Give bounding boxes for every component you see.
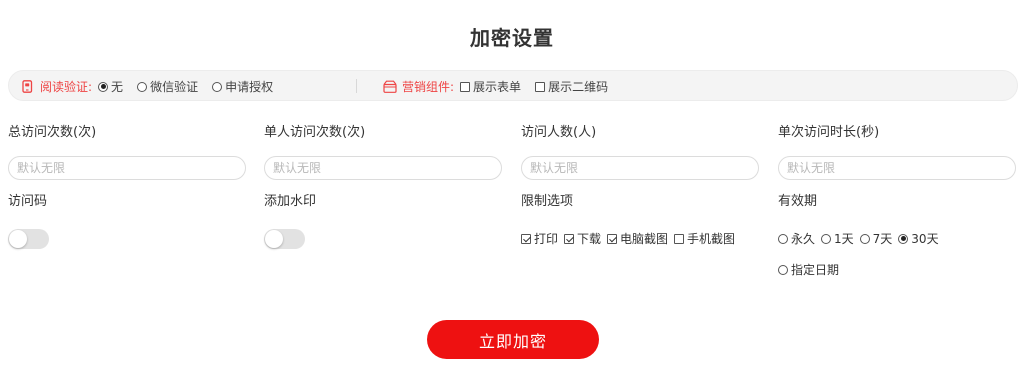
checkbox-checked-icon[interactable] (521, 233, 531, 244)
read-verify-group: 阅读验证: 无 微信验证 申请授权 (21, 71, 287, 102)
per-person-visits-input[interactable] (264, 156, 502, 180)
option-label: 下载 (577, 232, 602, 246)
access-code-label: 访问码 (8, 194, 48, 209)
validity-custom-date[interactable]: 指定日期 (778, 261, 839, 278)
access-code-section: 访问码 (8, 193, 248, 249)
validity-options: 永久 1天 7天 30天 (778, 230, 1018, 247)
option-label: 指定日期 (791, 263, 840, 277)
restriction-download[interactable]: 下载 (564, 230, 601, 247)
restriction-mobile-screenshot[interactable]: 手机截图 (674, 230, 735, 247)
radio-icon[interactable] (212, 81, 223, 92)
encrypt-now-button[interactable]: 立即加密 (427, 320, 599, 359)
access-code-toggle[interactable] (8, 229, 49, 249)
marketing-option-qrcode[interactable]: 展示二维码 (535, 78, 608, 95)
validity-label: 有效期 (778, 194, 818, 209)
validity-forever[interactable]: 永久 (778, 230, 815, 247)
validity-section: 有效期 永久 1天 7天 30天 指定日期 (778, 193, 1018, 278)
watermark-section: 添加水印 (264, 193, 504, 249)
restrictions-label: 限制选项 (521, 194, 574, 209)
restrictions-section: 限制选项 打印 下载 电脑截图 手机截图 (521, 193, 771, 247)
validity-30-days[interactable]: 30天 (898, 230, 939, 247)
option-label: 电脑截图 (620, 232, 669, 246)
restrictions-options: 打印 下载 电脑截图 手机截图 (521, 230, 771, 247)
field-label: 单人访问次数(次) (264, 125, 366, 140)
radio-icon[interactable] (821, 233, 832, 244)
field-visitor-count: 访问人数(人) (521, 124, 761, 180)
radio-icon[interactable] (778, 264, 788, 275)
option-label: 无 (111, 80, 124, 94)
field-label: 总访问次数(次) (8, 125, 97, 140)
read-verify-option-none[interactable]: 无 (98, 78, 123, 95)
option-label: 1天 (834, 232, 854, 246)
validity-7-days[interactable]: 7天 (859, 230, 893, 247)
validity-1-day[interactable]: 1天 (821, 230, 854, 247)
watermark-toggle[interactable] (264, 229, 305, 249)
read-verify-option-authorize[interactable]: 申请授权 (212, 78, 273, 95)
radio-icon[interactable] (778, 233, 788, 244)
checkbox-icon[interactable] (674, 233, 685, 244)
page-title: 加密设置 (470, 26, 554, 50)
checkbox-icon[interactable] (535, 81, 546, 92)
field-label: 访问人数(人) (521, 125, 597, 140)
field-label: 单次访问时长(秒) (778, 125, 880, 140)
option-label: 永久 (791, 232, 816, 246)
option-label: 展示表单 (473, 80, 522, 94)
read-verify-option-wechat[interactable]: 微信验证 (137, 78, 198, 95)
single-duration-input[interactable] (778, 156, 1016, 180)
option-label: 7天 (872, 232, 893, 246)
checkbox-checked-icon[interactable] (607, 233, 618, 244)
radio-selected-icon[interactable] (898, 233, 909, 244)
total-visits-input[interactable] (8, 156, 246, 180)
option-label: 30天 (911, 232, 939, 246)
visitor-count-input[interactable] (521, 156, 759, 180)
option-label: 微信验证 (150, 80, 199, 94)
radio-icon[interactable] (137, 81, 148, 92)
watermark-label: 添加水印 (264, 194, 317, 209)
restriction-pc-screenshot[interactable]: 电脑截图 (607, 230, 668, 247)
field-total-visits: 总访问次数(次) (8, 124, 248, 180)
restriction-print[interactable]: 打印 (521, 230, 558, 247)
option-label: 打印 (534, 232, 559, 246)
field-per-person-visits: 单人访问次数(次) (264, 124, 504, 180)
marketing-label: 营销组件: (402, 80, 455, 94)
marketing-group: 营销组件: 展示表单 展示二维码 (383, 71, 622, 102)
options-bar: 阅读验证: 无 微信验证 申请授权 营销组件: 展示表单 展示二维码 (8, 70, 1018, 101)
radio-icon[interactable] (859, 233, 870, 244)
field-single-duration: 单次访问时长(秒) (778, 124, 1018, 180)
option-label: 展示二维码 (548, 80, 609, 94)
phone-lock-icon (21, 80, 34, 93)
option-label: 手机截图 (687, 232, 736, 246)
radio-selected-icon[interactable] (98, 81, 109, 92)
checkbox-icon[interactable] (460, 81, 471, 92)
read-verify-label: 阅读验证: (40, 80, 93, 94)
option-label: 申请授权 (225, 80, 274, 94)
bar-divider (356, 79, 357, 93)
checkbox-checked-icon[interactable] (564, 233, 575, 244)
validity-options-row2: 指定日期 (778, 261, 1018, 278)
marketing-option-form[interactable]: 展示表单 (460, 78, 521, 95)
toggle-knob (265, 230, 283, 248)
toggle-knob (9, 230, 27, 248)
gift-icon (383, 80, 397, 93)
